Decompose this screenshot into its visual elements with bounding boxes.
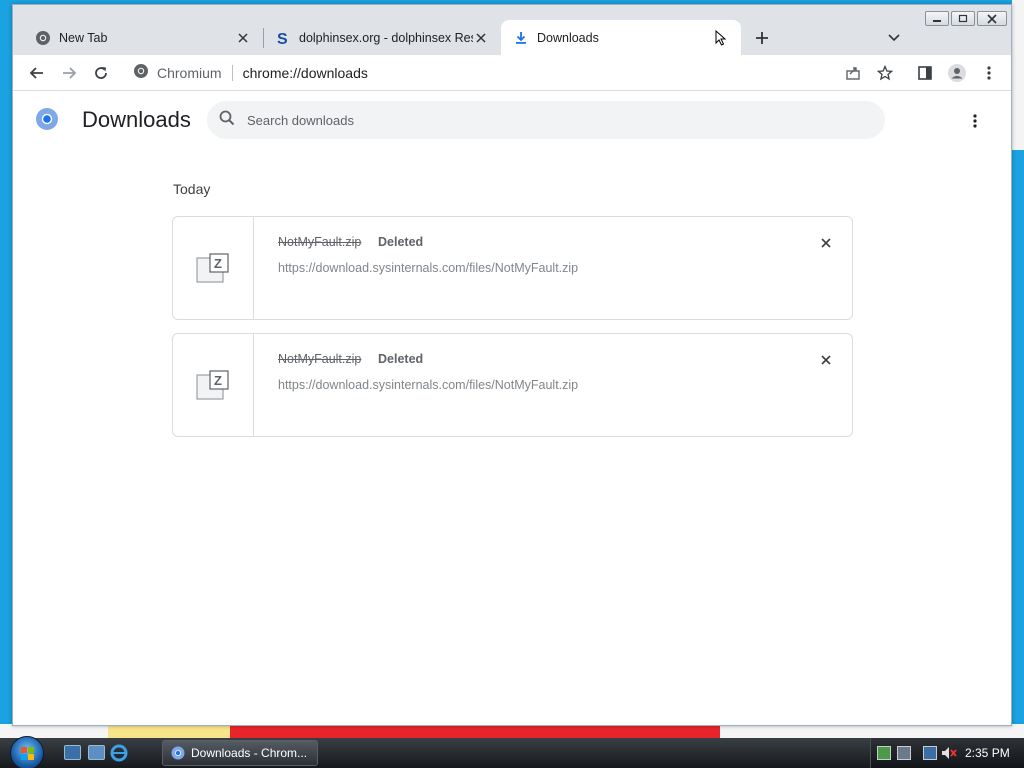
download-url[interactable]: https://download.sysinternals.com/files/… — [278, 378, 578, 392]
s-logo-icon: S — [275, 30, 291, 46]
url-text[interactable]: chrome://downloads — [243, 65, 368, 81]
restore-icon — [958, 14, 968, 23]
chevron-down-icon — [888, 34, 900, 42]
arrow-left-icon — [29, 67, 43, 79]
chromium-icon — [171, 746, 185, 760]
close-icon — [821, 355, 831, 365]
browser-toolbar: Chromium chrome://downloads — [13, 55, 1011, 91]
taskbar-chromium-button[interactable]: Downloads - Chrom... — [162, 740, 318, 766]
reload-icon — [95, 67, 107, 79]
tab-close-button[interactable] — [713, 29, 729, 46]
address-bar[interactable]: Chromium chrome://downloads — [123, 59, 903, 87]
kebab-menu-icon — [973, 114, 977, 128]
tab-title: New Tab — [59, 30, 108, 45]
download-filename[interactable]: NotMyFault.zip — [278, 352, 361, 366]
file-icon-column: Z — [173, 334, 254, 436]
side-panel-icon — [918, 66, 932, 80]
close-window-button[interactable] — [977, 11, 1007, 26]
reload-button[interactable] — [89, 61, 113, 85]
back-button[interactable] — [25, 61, 49, 85]
windows-logo-icon — [21, 747, 34, 760]
site-label: Chromium — [157, 65, 222, 81]
svg-text:Z: Z — [214, 373, 222, 388]
svg-text:S: S — [277, 31, 288, 46]
display-tray-icon[interactable] — [923, 746, 937, 760]
close-icon — [987, 13, 997, 24]
profile-button[interactable] — [945, 61, 969, 85]
arrow-right-icon — [63, 67, 77, 79]
window-controls — [925, 11, 1007, 26]
chromium-icon — [35, 30, 51, 46]
download-status: Deleted — [378, 352, 424, 366]
tab-new-tab[interactable]: New Tab — [23, 20, 263, 55]
cursor-icon — [715, 29, 727, 46]
system-tray: 2:35 PM — [870, 738, 1024, 768]
internet-explorer-icon[interactable] — [110, 744, 128, 762]
download-item: Z NotMyFault.zip Deleted https://downloa… — [172, 333, 853, 437]
desktop-background-red — [230, 726, 720, 738]
taskbar: Downloads - Chrom... 2:35 PM — [0, 736, 1024, 768]
minimize-icon — [933, 19, 941, 22]
share-icon — [846, 67, 860, 80]
zip-file-icon: Z — [196, 253, 229, 283]
taskbar-button-label: Downloads - Chrom... — [191, 746, 308, 760]
zip-file-icon: Z — [196, 370, 229, 400]
switch-windows-icon[interactable] — [88, 745, 105, 760]
network-tray-icon[interactable] — [877, 746, 891, 760]
browser-window: New Tab S dolphinsex.org - dolphinsex Re… — [12, 4, 1012, 726]
omnibox-divider — [231, 65, 233, 81]
tab-downloads[interactable]: Downloads — [501, 20, 741, 55]
monitor-tray-icon[interactable] — [897, 746, 911, 760]
tab-title: Downloads — [537, 30, 599, 45]
share-button[interactable] — [841, 61, 865, 85]
forward-button[interactable] — [57, 61, 81, 85]
new-tab-button[interactable] — [751, 27, 773, 49]
close-icon — [476, 32, 486, 43]
file-icon-column: Z — [173, 217, 254, 319]
svg-text:Z: Z — [214, 256, 222, 271]
search-input[interactable] — [247, 112, 847, 128]
page-title: Downloads — [82, 107, 191, 132]
tab-dolphinsex[interactable]: S dolphinsex.org - dolphinsex Reso — [263, 20, 501, 55]
side-panel-button[interactable] — [913, 61, 937, 85]
desktop-background-yellow — [108, 726, 230, 738]
download-status: Deleted — [378, 235, 424, 249]
chromium-icon — [133, 63, 149, 84]
plus-icon — [756, 32, 768, 44]
volume-muted-icon[interactable] — [941, 746, 957, 760]
tab-title: dolphinsex.org - dolphinsex Reso — [299, 30, 473, 45]
minimize-button[interactable] — [925, 11, 949, 26]
remove-download-button[interactable] — [816, 350, 836, 370]
download-item: Z NotMyFault.zip Deleted https://downloa… — [172, 216, 853, 320]
maximize-button[interactable] — [951, 11, 975, 26]
downloads-page: Downloads Today Z NotMyFault.zip Deleted… — [13, 91, 1011, 725]
browser-menu-button[interactable] — [977, 61, 1001, 85]
close-icon — [821, 238, 831, 248]
download-url[interactable]: https://download.sysinternals.com/files/… — [278, 261, 578, 275]
desktop-background-right — [1012, 0, 1024, 150]
more-actions-button[interactable] — [963, 109, 987, 133]
search-downloads-bar[interactable] — [207, 101, 885, 139]
title-bar: New Tab S dolphinsex.org - dolphinsex Re… — [13, 5, 1011, 55]
tab-close-button[interactable] — [473, 30, 489, 46]
date-section-label: Today — [173, 181, 211, 197]
clock[interactable]: 2:35 PM — [965, 746, 1010, 760]
kebab-menu-icon — [987, 66, 991, 80]
chromium-logo-icon — [35, 107, 59, 131]
tab-close-button[interactable] — [235, 30, 251, 46]
star-icon — [877, 65, 893, 81]
show-desktop-icon[interactable] — [64, 745, 81, 760]
start-button[interactable] — [10, 736, 44, 768]
close-icon — [238, 32, 248, 43]
search-icon — [219, 110, 235, 131]
download-filename[interactable]: NotMyFault.zip — [278, 235, 361, 249]
avatar-icon — [948, 64, 966, 82]
remove-download-button[interactable] — [816, 233, 836, 253]
download-icon — [513, 30, 529, 46]
bookmark-button[interactable] — [873, 61, 897, 85]
tab-search-button[interactable] — [883, 27, 905, 49]
